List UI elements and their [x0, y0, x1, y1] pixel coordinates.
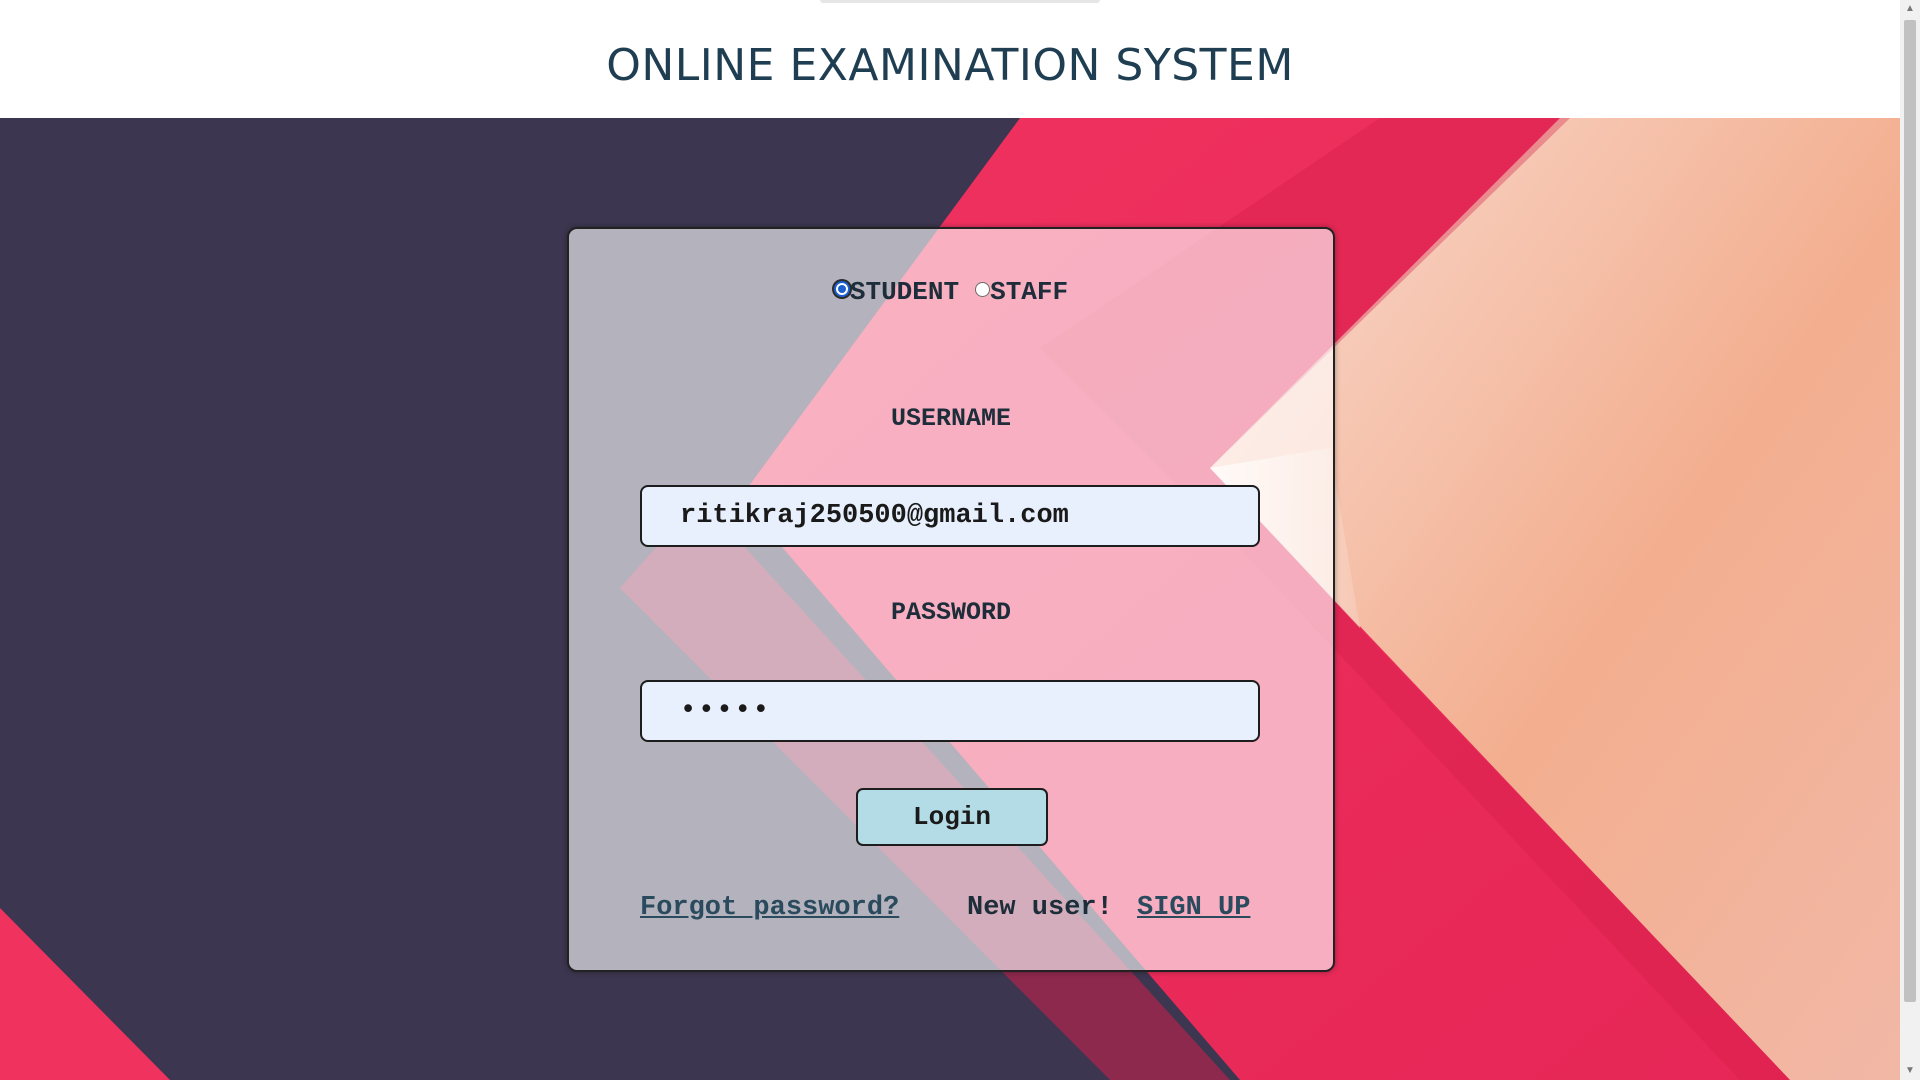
page: ONLINE EXAMINATION SYSTEM STUDENT STAFF …	[0, 0, 1920, 1080]
forgot-password-link[interactable]: Forgot password?	[640, 893, 899, 923]
password-label: PASSWORD	[890, 598, 1012, 627]
login-card: STUDENT STAFF USERNAME PASSWORD Login For…	[567, 227, 1335, 972]
username-label: USERNAME	[890, 404, 1012, 433]
login-button[interactable]: Login	[856, 788, 1048, 846]
scroll-down-arrow-icon[interactable]: ▼	[1900, 1062, 1920, 1080]
password-input[interactable]	[640, 680, 1260, 742]
student-radio[interactable]	[833, 281, 850, 298]
student-label: STUDENT	[849, 277, 960, 308]
header-tab-shadow	[820, 0, 1100, 3]
scrollbar-thumb[interactable]	[1904, 20, 1916, 1002]
vertical-scrollbar[interactable]: ▲ ▼	[1900, 0, 1920, 1080]
scroll-up-arrow-icon[interactable]: ▲	[1900, 0, 1920, 18]
staff-radio[interactable]	[975, 281, 991, 297]
new-user-text: New user!	[967, 893, 1113, 923]
auth-links: Forgot password? New user! SIGN UP	[640, 893, 1260, 923]
page-title: ONLINE EXAMINATION SYSTEM	[606, 40, 1294, 91]
sign-up-link[interactable]: SIGN UP	[1137, 893, 1250, 923]
username-input[interactable]	[640, 485, 1260, 547]
staff-label: STAFF	[990, 277, 1069, 308]
header-bar: ONLINE EXAMINATION SYSTEM	[0, 0, 1900, 118]
role-selector: STUDENT STAFF	[569, 277, 1333, 307]
